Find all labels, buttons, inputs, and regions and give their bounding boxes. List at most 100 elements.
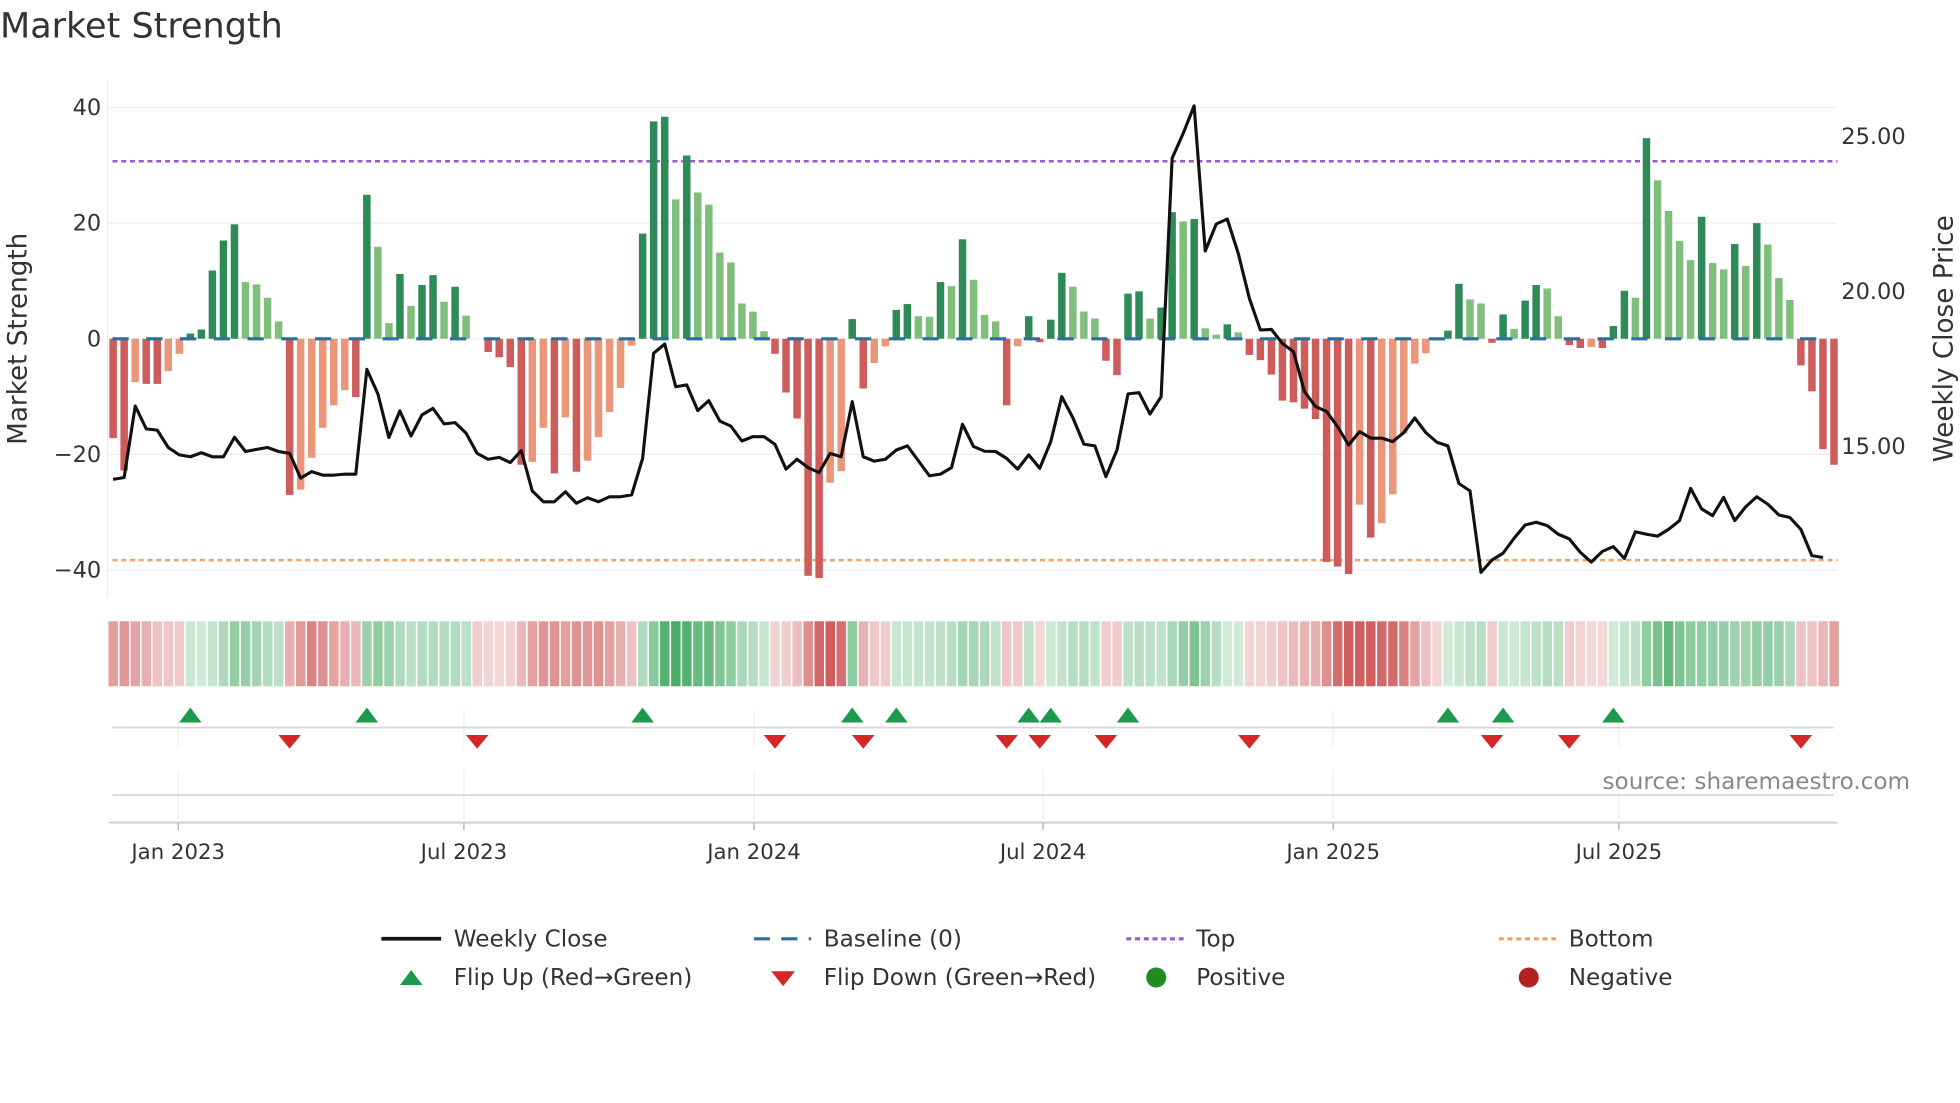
strength-heat-cell: [1079, 621, 1089, 686]
strength-bar: [341, 339, 349, 390]
strength-bar: [518, 339, 526, 465]
strength-bar: [1334, 339, 1342, 567]
strength-bar: [484, 339, 492, 352]
strength-heat-cell: [1521, 621, 1531, 686]
strength-bar: [1135, 291, 1143, 338]
strength-heat-cell: [1532, 621, 1542, 686]
y2-axis-label: Weekly Close Price: [1930, 215, 1960, 462]
strength-bar: [109, 339, 117, 438]
strength-heat-cell: [285, 621, 295, 686]
legend: Weekly Close Baseline (0) Top Bottom Fli…: [375, 923, 1750, 998]
source-credit: source: sharemaestro.com: [1603, 769, 1911, 795]
strength-heat-cell: [1432, 621, 1442, 686]
strength-heat-cell: [406, 621, 416, 686]
strength-heat-cell: [1410, 621, 1420, 686]
flip-down-marker: [1558, 735, 1581, 749]
strength-bar: [992, 321, 1000, 338]
strength-heat-cell: [1322, 621, 1332, 686]
strength-heat-cell: [1576, 621, 1586, 686]
legend-bottom: Bottom: [1499, 923, 1654, 956]
strength-bar: [1532, 285, 1540, 339]
strength-heat-cell: [263, 621, 273, 686]
strength-bar: [1213, 335, 1221, 339]
strength-bar: [970, 280, 978, 339]
strength-heat-cell: [837, 621, 847, 686]
strength-heat-cell: [506, 621, 516, 686]
strength-heat-cell: [1002, 621, 1012, 686]
y2-tick-label: 25.00: [1841, 124, 1905, 150]
strength-heat-cell: [208, 621, 218, 686]
legend-flip-up: Flip Up (Red→Green): [381, 961, 692, 994]
strength-heat-cell: [1807, 621, 1817, 686]
strength-heat-cell: [450, 621, 460, 686]
strength-heat-cell: [1156, 621, 1166, 686]
strength-bar: [727, 262, 735, 338]
y-tick-label: 0: [87, 326, 101, 352]
strength-bar: [1521, 301, 1529, 339]
strength-heat-cell: [803, 621, 813, 686]
strength-bar: [1356, 339, 1364, 505]
strength-heat-cell: [1267, 621, 1277, 686]
strength-heat-cell: [1278, 621, 1288, 686]
strength-bar: [1400, 339, 1408, 434]
strength-heat-cell: [230, 621, 240, 686]
strength-heat-cell: [1145, 621, 1155, 686]
strength-bar: [319, 339, 327, 428]
legend-label: Flip Down (Green→Red): [824, 964, 1096, 990]
strength-heat-cell: [384, 621, 394, 686]
strength-bar: [374, 247, 382, 339]
strength-heat-cell: [1664, 621, 1674, 686]
strength-bar: [848, 319, 856, 339]
strength-heat-cell: [1443, 621, 1453, 686]
x-tick-label: Jul 2025: [1574, 840, 1662, 865]
strength-bar: [1477, 303, 1485, 338]
flip-down-marker: [852, 735, 875, 749]
strength-bar: [1047, 320, 1055, 339]
legend-baseline: Baseline (0): [754, 923, 962, 956]
strength-heat-cell: [958, 621, 968, 686]
strength-bar: [815, 339, 823, 578]
strength-heat-cell: [726, 621, 736, 686]
strength-bar: [1665, 211, 1673, 339]
strength-heat-cell: [1653, 621, 1663, 686]
strength-heat-cell: [131, 621, 141, 686]
strength-heat-cell: [1785, 621, 1794, 686]
strength-heat-cell: [715, 621, 724, 686]
strength-heat-cell: [616, 621, 626, 686]
strength-heat-cell: [991, 621, 1000, 686]
flip-down-marker: [995, 735, 1018, 749]
strength-bar: [1124, 294, 1132, 339]
strength-bar: [540, 339, 548, 428]
strength-heat-cell: [1179, 621, 1189, 686]
strength-bar: [385, 323, 393, 339]
strength-heat-cell: [1013, 621, 1023, 686]
x-tick-label: Jul 2023: [419, 840, 507, 865]
strength-bar: [749, 312, 757, 339]
strength-bar: [253, 284, 261, 338]
strength-heat-cell: [1554, 621, 1564, 686]
strength-bar: [1069, 287, 1077, 339]
strength-bar: [948, 286, 956, 339]
strength-heat-cell: [1697, 621, 1707, 686]
strength-bar: [1588, 339, 1596, 347]
strength-bar: [1003, 339, 1011, 405]
strength-heat-cell: [1763, 621, 1773, 686]
strength-bar: [1323, 339, 1331, 562]
strength-heat-cell: [1818, 621, 1828, 686]
strength-heat-cell: [1311, 621, 1321, 686]
dotted-line-swatch-icon: [1499, 933, 1557, 946]
strength-heat-cell: [1068, 621, 1078, 686]
strength-heat-cell: [329, 621, 339, 686]
strength-heat-cell: [1333, 621, 1343, 686]
strength-bar: [650, 121, 658, 338]
y2-tick-label: 15.00: [1841, 434, 1905, 460]
legend-label: Baseline (0): [824, 926, 962, 952]
strength-bar: [926, 317, 934, 339]
strength-bar: [584, 339, 592, 461]
strength-heat-cell: [1201, 621, 1211, 686]
strength-heat-cell: [1289, 621, 1298, 686]
strength-heat-cell: [395, 621, 405, 686]
strength-heat-cell: [1598, 621, 1608, 686]
strength-heat-cell: [1719, 621, 1729, 686]
strength-heat-cell: [947, 621, 957, 686]
